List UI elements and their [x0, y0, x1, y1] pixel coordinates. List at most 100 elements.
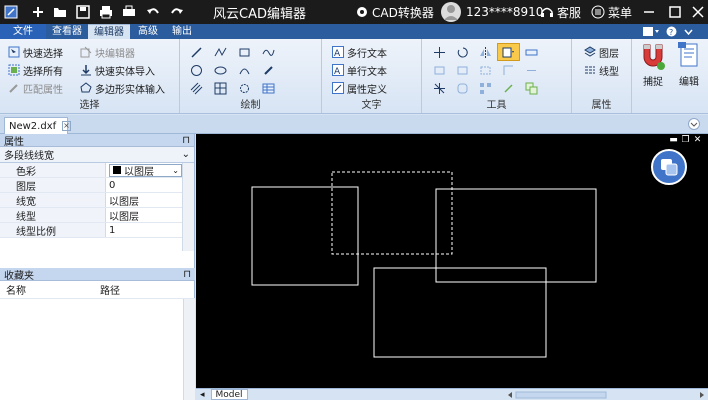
property-row-lineweight[interactable]: 线宽 以图层	[0, 193, 194, 208]
revcloud-icon[interactable]	[232, 79, 256, 97]
distance-icon[interactable]	[520, 43, 543, 61]
property-row-linetype[interactable]: 线型 以图层	[0, 208, 194, 223]
fillet-icon[interactable]	[451, 79, 474, 97]
spline-icon[interactable]	[256, 43, 280, 61]
join-icon[interactable]	[497, 79, 520, 97]
close-tab-icon[interactable]: ×	[62, 121, 71, 131]
print-icon[interactable]	[99, 0, 113, 24]
translate-button[interactable]	[651, 149, 687, 185]
drawing-svg[interactable]	[196, 134, 708, 388]
property-row-layer[interactable]: 图层 0	[0, 178, 194, 193]
stretch-icon[interactable]	[451, 61, 474, 79]
app-title: 风云CAD编辑器	[213, 0, 306, 24]
quick-select-label: 快速选择	[23, 48, 63, 60]
horizontal-scrollbar[interactable]	[506, 391, 706, 399]
selected-rectangle[interactable]	[331, 171, 453, 255]
explode-icon[interactable]	[428, 79, 451, 97]
customer-service-button[interactable]: 客服	[540, 0, 581, 24]
new-file-icon[interactable]	[31, 0, 45, 24]
quick-select-button[interactable]: 快速选择	[8, 44, 63, 60]
minimize-button[interactable]	[643, 0, 655, 24]
redo-icon[interactable]	[170, 0, 184, 24]
undo-icon[interactable]	[146, 0, 160, 24]
region-icon[interactable]	[208, 79, 232, 97]
select-group-label: 选择	[79, 100, 100, 111]
favorites-scrollbar[interactable]	[183, 299, 195, 400]
select-all-button[interactable]: 选择所有	[8, 62, 63, 78]
edit-button[interactable]: 编辑	[672, 41, 706, 97]
avatar	[441, 2, 461, 22]
single-line-text-button[interactable]: A 单行文本	[332, 62, 387, 78]
properties-scrollbar[interactable]	[182, 163, 194, 251]
help-icon[interactable]: ?	[666, 26, 677, 40]
copy-icon[interactable]	[520, 79, 543, 97]
model-tab[interactable]: Model	[210, 389, 248, 400]
close-button[interactable]	[692, 0, 704, 24]
user-id: 123****8910	[466, 5, 544, 19]
tab-editor[interactable]: 编辑器	[88, 24, 130, 39]
tab-viewer[interactable]: 查看器	[46, 24, 88, 39]
maximize-button[interactable]	[669, 0, 681, 24]
rectangle-icon[interactable]	[232, 43, 256, 61]
scale-icon[interactable]	[428, 61, 451, 79]
drawing-rectangle[interactable]	[373, 267, 547, 358]
properties-dropdown-icon[interactable]	[497, 43, 520, 61]
minimize-icon[interactable]: ▬	[669, 136, 678, 145]
column-path[interactable]: 路径	[94, 282, 120, 297]
arc-icon[interactable]	[232, 61, 256, 79]
open-folder-icon[interactable]	[53, 0, 67, 24]
document-tab[interactable]: New2.dxf ×	[4, 117, 71, 134]
tab-file[interactable]: 文件	[0, 24, 46, 39]
trim-icon[interactable]	[474, 61, 497, 79]
property-value[interactable]: 0	[106, 178, 194, 192]
mirror-icon[interactable]	[474, 43, 497, 61]
tools-group: 工具	[422, 39, 572, 113]
block-editor-button[interactable]: 块编辑器	[80, 44, 135, 60]
save-icon[interactable]	[76, 0, 90, 24]
object-type-dropdown[interactable]: 多段线线宽 ⌄	[0, 147, 194, 163]
print-preview-icon[interactable]	[122, 0, 136, 24]
property-value[interactable]: 以图层	[106, 208, 194, 223]
align-icon[interactable]	[520, 61, 543, 79]
collapse-ribbon-icon[interactable]	[683, 26, 694, 40]
cad-converter-button[interactable]: CAD转换器	[356, 0, 434, 24]
user-account[interactable]: 123****8910	[440, 0, 543, 24]
layer-button[interactable]: 图层	[584, 44, 619, 60]
property-value[interactable]: 1	[106, 223, 194, 237]
array-icon[interactable]	[474, 79, 497, 97]
tab-output[interactable]: 输出	[166, 24, 198, 39]
property-row-linetype-scale[interactable]: 线型比例 1	[0, 223, 194, 238]
text-group: A 多行文本 A 单行文本 属性定义 文字	[322, 39, 422, 113]
move-icon[interactable]	[428, 43, 451, 61]
color-select[interactable]: 以图层 ⌄	[109, 163, 182, 178]
quick-entity-import-button[interactable]: 快速实体导入	[80, 62, 155, 78]
pin-icon[interactable]: ⊓	[183, 269, 191, 280]
tab-advanced[interactable]: 高级	[130, 24, 166, 39]
circle-icon[interactable]	[184, 61, 208, 79]
drawing-rectangle[interactable]	[251, 186, 359, 286]
property-value[interactable]: 以图层	[106, 193, 194, 208]
polyline-icon[interactable]	[208, 43, 232, 61]
menu-button[interactable]: 菜单	[591, 0, 632, 24]
restore-icon[interactable]: ❐	[681, 136, 690, 145]
point-icon[interactable]	[256, 61, 280, 79]
attribute-definition-button[interactable]: 属性定义	[332, 80, 387, 96]
multiline-text-button[interactable]: A 多行文本	[332, 44, 387, 60]
match-properties-button[interactable]: 匹配属性	[8, 80, 63, 96]
linetype-button[interactable]: 线型	[584, 62, 619, 78]
line-icon[interactable]	[184, 43, 208, 61]
table-icon[interactable]	[256, 79, 280, 97]
tab-list-icon[interactable]	[688, 118, 700, 133]
polygon-entity-input-button[interactable]: 多边形实体输入	[80, 80, 165, 96]
close-icon[interactable]: ✕	[693, 136, 702, 145]
drawing-canvas[interactable]: ▬ ❐ ✕ ◂ Model	[196, 134, 708, 400]
tab-scroll-left-icon[interactable]: ◂	[200, 390, 205, 400]
offset-icon[interactable]	[497, 61, 520, 79]
column-name[interactable]: 名称	[0, 282, 94, 297]
snap-button[interactable]: 捕捉	[636, 41, 670, 97]
hatch-icon[interactable]	[184, 79, 208, 97]
style-dropdown-icon[interactable]	[642, 26, 660, 40]
ellipse-icon[interactable]	[208, 61, 232, 79]
rotate-icon[interactable]	[451, 43, 474, 61]
pin-icon[interactable]: ⊓	[182, 135, 190, 146]
